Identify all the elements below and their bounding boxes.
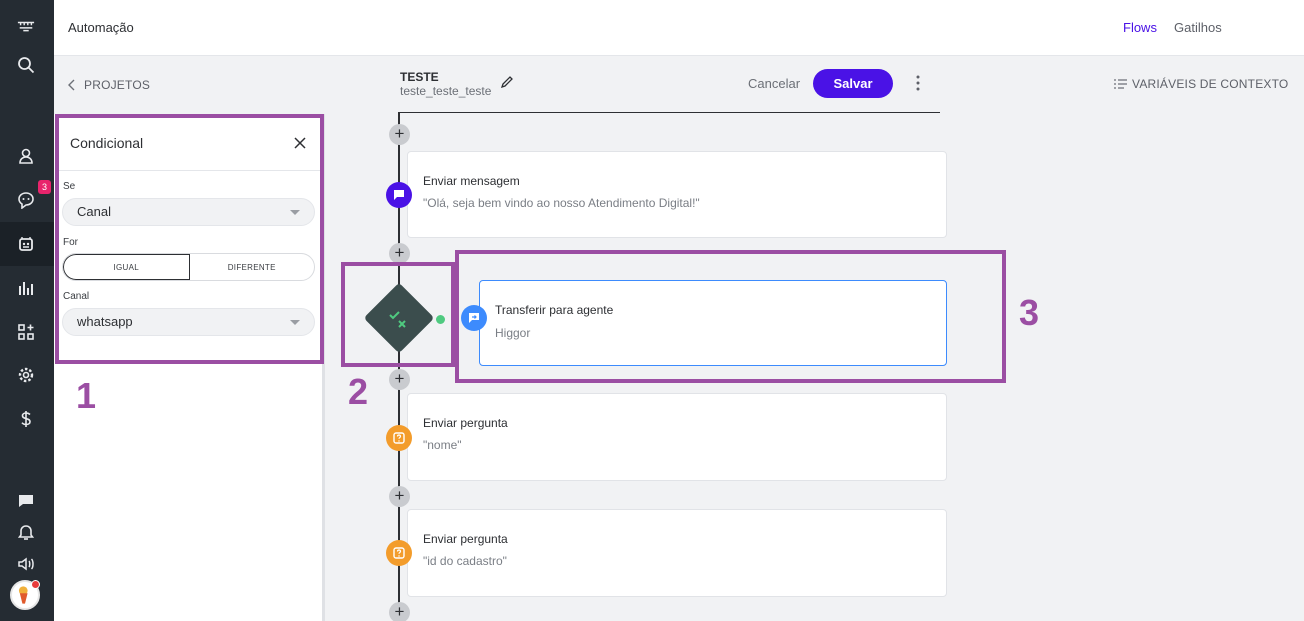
option-igual[interactable]: IGUAL	[63, 254, 190, 280]
robot-icon[interactable]	[15, 233, 37, 255]
top-connector-line	[398, 112, 940, 113]
comparison-toggle[interactable]: IGUAL DIFERENTE	[62, 253, 315, 281]
add-step-button[interactable]: +	[389, 243, 410, 264]
annotation-number-1: 1	[76, 375, 97, 416]
node-title: Enviar mensagem	[423, 174, 520, 188]
node-text: Higgor	[495, 326, 531, 340]
node-title: Transferir para agente	[495, 303, 614, 317]
annotation-number-2: 2	[348, 371, 369, 412]
bar-chart-icon[interactable]	[15, 277, 37, 299]
node-title: Enviar pergunta	[423, 416, 508, 430]
project-name: TESTE	[400, 70, 439, 84]
save-button[interactable]: Salvar	[813, 69, 893, 98]
nav-gatilhos-link[interactable]: Gatilhos	[1174, 20, 1222, 35]
panel-title: Condicional	[70, 135, 144, 151]
caret-down-icon	[290, 320, 300, 325]
flow-node-send-message[interactable]: Enviar mensagem "Olá, seja bem vindo ao …	[407, 151, 947, 238]
add-step-button[interactable]: +	[389, 486, 410, 507]
channel-label: Canal	[63, 291, 90, 302]
check-cross-icon	[389, 311, 406, 328]
node-text: "nome"	[423, 438, 462, 452]
project-id: teste_teste_teste	[400, 84, 492, 98]
cancel-button[interactable]: Cancelar	[748, 76, 800, 91]
back-to-projects-button[interactable]: PROJETOS	[68, 78, 150, 92]
channel-select-value: whatsapp	[77, 314, 133, 329]
pencil-icon[interactable]	[500, 75, 514, 89]
branch-connector-dot[interactable]	[434, 313, 447, 326]
transfer-icon	[461, 305, 487, 331]
list-icon	[1114, 79, 1127, 89]
add-step-button[interactable]: +	[389, 124, 410, 145]
project-toolbar: PROJETOS TESTE teste_teste_teste Cancela…	[54, 56, 1304, 114]
speaker-icon[interactable]	[15, 553, 37, 575]
settings-icon[interactable]	[15, 364, 37, 386]
notification-badge: 3	[38, 180, 51, 194]
add-step-button[interactable]: +	[389, 602, 410, 621]
node-title: Enviar pergunta	[423, 532, 508, 546]
bell-icon[interactable]	[15, 522, 37, 544]
context-variables-label: VARIÁVEIS DE CONTEXTO	[1132, 77, 1289, 91]
app-title: Automação	[68, 20, 134, 35]
question-icon	[386, 540, 412, 566]
status-dot	[31, 580, 40, 589]
caret-down-icon	[290, 210, 300, 215]
for-label: For	[63, 237, 78, 248]
flow-node-send-question[interactable]: Enviar pergunta "nome"	[407, 393, 947, 481]
channel-select[interactable]: whatsapp	[62, 308, 315, 336]
nav-flows-link[interactable]: Flows	[1123, 20, 1157, 35]
top-bar: Automação Flows Gatilhos	[54, 0, 1304, 56]
node-text: "id do cadastro"	[423, 554, 507, 568]
user-icon[interactable]	[15, 145, 37, 167]
annotation-number-3: 3	[1019, 292, 1040, 333]
flow-node-transfer-agent[interactable]: Transferir para agente Higgor	[479, 280, 947, 366]
more-vertical-icon[interactable]	[914, 74, 922, 92]
if-select-value: Canal	[77, 204, 111, 219]
apps-add-icon[interactable]	[15, 321, 37, 343]
chat-icon[interactable]	[15, 490, 37, 512]
node-text: "Olá, seja bem vindo ao nosso Atendiment…	[423, 196, 700, 210]
add-step-button[interactable]: +	[389, 369, 410, 390]
if-select[interactable]: Canal	[62, 198, 315, 226]
context-variables-button[interactable]: VARIÁVEIS DE CONTEXTO	[1114, 77, 1288, 91]
panel-divider	[59, 170, 320, 171]
close-icon[interactable]	[293, 136, 307, 150]
if-label: Se	[63, 181, 76, 192]
chat-bot-icon[interactable]	[15, 189, 37, 211]
dollar-icon[interactable]	[15, 408, 37, 430]
chevron-left-icon	[68, 79, 75, 91]
option-diferente[interactable]: DIFERENTE	[190, 254, 315, 280]
logo-icon[interactable]	[15, 16, 37, 38]
left-rail: 3	[0, 0, 54, 621]
question-icon	[386, 425, 412, 451]
search-icon[interactable]	[15, 54, 37, 76]
message-icon	[386, 182, 412, 208]
flow-node-send-question[interactable]: Enviar pergunta "id do cadastro"	[407, 509, 947, 597]
back-label: PROJETOS	[84, 78, 151, 92]
